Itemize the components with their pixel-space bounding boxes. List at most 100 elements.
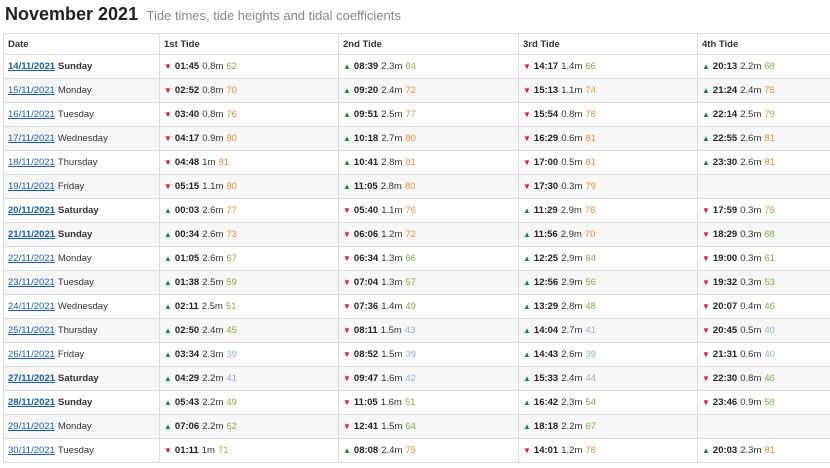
tide-height: 2.2m — [740, 61, 762, 72]
tidal-coefficient: 57 — [405, 277, 416, 288]
tide-time: 09:20 — [353, 85, 379, 96]
tidal-coefficient: 80 — [226, 181, 237, 192]
tidal-coefficient: 75 — [405, 445, 416, 456]
tide-time: 11:05 — [353, 397, 378, 408]
tidal-coefficient: 68 — [764, 229, 775, 240]
date-link[interactable]: 18/11/2021 — [8, 157, 55, 168]
date-link[interactable]: 17/11/2021 — [8, 133, 55, 144]
date-link[interactable]: 30/11/2021 — [8, 445, 55, 456]
tide-height: 0.8m — [202, 109, 224, 120]
date-link[interactable]: 21/11/2021 — [8, 229, 55, 240]
tidal-coefficient: 81 — [218, 157, 230, 168]
tidal-coefficient: 51 — [404, 397, 416, 408]
tide-height: 0.9m — [202, 133, 224, 144]
low-tide-arrow-icon: ▼ — [523, 62, 531, 71]
high-tide-arrow-icon: ▲ — [523, 422, 531, 431]
low-tide-arrow-icon: ▼ — [164, 158, 172, 167]
tide-cell: ▼ 17:59 0.3m 75 — [697, 198, 830, 223]
low-tide-arrow-icon: ▼ — [702, 302, 710, 311]
tide-time: 05:40 — [353, 205, 379, 216]
tide-cell: ▼ 06:06 1.2m 72 — [338, 222, 519, 247]
tide-height: 1.5m — [381, 421, 403, 432]
tide-height: 1.6m — [381, 373, 403, 384]
tide-height: 1.3m — [381, 253, 403, 264]
tide-time: 07:04 — [353, 277, 379, 288]
date-link[interactable]: 16/11/2021 — [8, 109, 55, 120]
low-tide-arrow-icon: ▼ — [702, 254, 710, 263]
date-link[interactable]: 28/11/2021 — [8, 397, 55, 408]
tide-time: 20:03 — [712, 445, 738, 456]
date-cell: 21/11/2021 Sunday — [3, 222, 160, 247]
high-tide-arrow-icon: ▲ — [164, 350, 172, 359]
weekday-label: Tuesday — [57, 445, 94, 456]
tide-height: 0.5m — [740, 325, 762, 336]
tide-height: 2.8m — [561, 301, 583, 312]
weekday-label: Monday — [57, 253, 92, 264]
date-link[interactable]: 24/11/2021 — [8, 301, 55, 312]
tide-cell: ▼ 17:00 0.5m 81 — [518, 150, 698, 175]
weekday-label: Saturday — [58, 373, 99, 384]
tide-cell: ▲ 01:05 2.6m 67 — [159, 246, 339, 271]
tide-time: 03:40 — [174, 109, 200, 120]
date-link[interactable]: 26/11/2021 — [8, 349, 55, 360]
table-row: 27/11/2021 Saturday ▲ 04:29 2.2m 41 ▼ 09:47 1.6m… — [3, 366, 830, 391]
date-link[interactable]: 27/11/2021 — [8, 373, 55, 384]
tide-cell: ▲ 08:39 2.3m 64 — [338, 54, 519, 79]
date-link[interactable]: 15/11/2021 — [8, 85, 55, 96]
tide-time: 02:11 — [174, 301, 199, 312]
weekday-label: Monday — [57, 421, 92, 432]
tide-height: 1.4m — [381, 301, 403, 312]
tide-cell: ▼ 22:30 0.8m 46 — [697, 366, 830, 391]
low-tide-arrow-icon: ▼ — [523, 446, 531, 455]
tide-cell: ▼ 05:40 1.1m 76 — [338, 198, 519, 223]
weekday-label: Tuesday — [57, 277, 94, 288]
weekday-label: Sunday — [58, 397, 93, 408]
date-link[interactable]: 20/11/2021 — [8, 205, 55, 216]
date-link[interactable]: 23/11/2021 — [8, 277, 55, 288]
tide-height: 2.9m — [561, 277, 583, 288]
tide-time: 08:11 — [353, 325, 378, 336]
tide-height: 1.5m — [381, 349, 403, 360]
tidal-coefficient: 81 — [764, 133, 775, 144]
tidal-coefficient: 62 — [226, 61, 237, 72]
tide-time: 13:29 — [533, 301, 559, 312]
page-subtitle: Tide times, tide heights and tidal coeff… — [146, 8, 401, 23]
tidal-coefficient: 66 — [405, 253, 416, 264]
date-link[interactable]: 19/11/2021 — [8, 181, 55, 192]
date-link[interactable]: 29/11/2021 — [8, 421, 55, 432]
tide-time: 08:39 — [353, 61, 379, 72]
tide-time: 04:48 — [174, 157, 200, 168]
tide-height: 0.6m — [740, 349, 762, 360]
date-cell: 17/11/2021 Wednesday — [3, 126, 160, 151]
tide-time: 12:25 — [533, 253, 559, 264]
date-link[interactable]: 22/11/2021 — [8, 253, 55, 264]
tide-height: 2.9m — [560, 229, 582, 240]
high-tide-arrow-icon: ▲ — [523, 206, 531, 215]
tidal-coefficient: 81 — [405, 157, 416, 168]
tide-time: 01:45 — [174, 61, 200, 72]
tide-height: 2.4m — [381, 85, 403, 96]
column-header-1st-tide: 1st Tide — [159, 33, 339, 55]
tidal-coefficient: 53 — [764, 277, 775, 288]
low-tide-arrow-icon: ▼ — [164, 86, 172, 95]
tidal-coefficient: 56 — [585, 277, 596, 288]
tide-height: 2.6m — [202, 253, 224, 264]
tide-cell: ▼ 18:29 0.3m 68 — [697, 222, 830, 247]
low-tide-arrow-icon: ▼ — [523, 110, 531, 119]
tide-cell: ▼ 07:36 1.4m 49 — [338, 294, 519, 319]
tide-height: 2.9m — [561, 253, 583, 264]
tide-time: 12:56 — [533, 277, 559, 288]
column-header-date: Date — [3, 33, 160, 55]
tidal-coefficient: 58 — [764, 397, 775, 408]
tidal-coefficient: 77 — [226, 205, 237, 216]
low-tide-arrow-icon: ▼ — [523, 182, 531, 191]
tide-cell: ▲ 00:34 2.6m 73 — [159, 222, 339, 247]
tidal-coefficient: 41 — [585, 325, 596, 336]
weekday-label: Monday — [57, 85, 92, 96]
tide-time: 04:17 — [174, 133, 200, 144]
low-tide-arrow-icon: ▼ — [702, 326, 710, 335]
date-link[interactable]: 14/11/2021 — [8, 61, 55, 72]
date-link[interactable]: 25/11/2021 — [8, 325, 55, 336]
date-cell: 15/11/2021 Monday — [3, 78, 160, 103]
tidal-coefficient: 51 — [225, 301, 237, 312]
